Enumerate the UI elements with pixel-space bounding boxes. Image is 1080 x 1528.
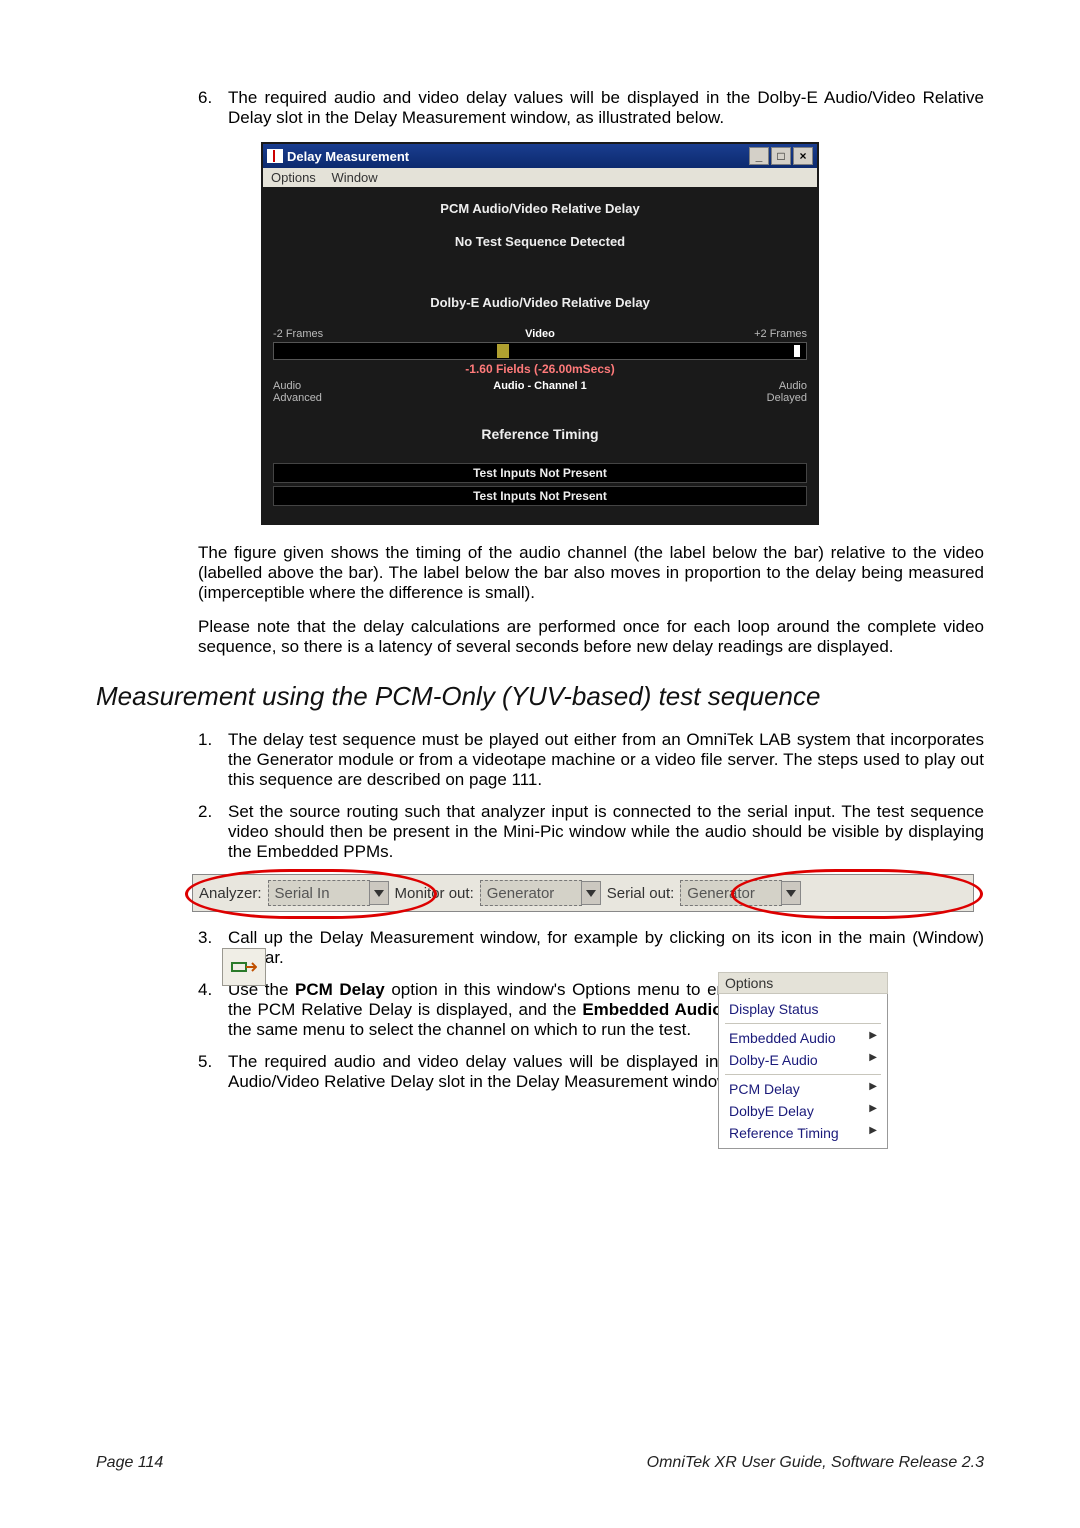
menu-embedded-audio[interactable]: Embedded Audio▶: [719, 1027, 887, 1049]
maximize-button[interactable]: □: [771, 147, 791, 165]
window-body: PCM Audio/Video Relative Delay No Test S…: [263, 187, 817, 523]
serialout-highlight: [731, 869, 983, 919]
frames-row: -2 Frames Video +2 Frames: [273, 328, 807, 340]
pcm-heading: PCM Audio/Video Relative Delay: [273, 201, 807, 216]
seq-step-1: 1. The delay test sequence must be playe…: [198, 730, 984, 790]
delay-bar: [273, 342, 807, 360]
monitorout-dropdown[interactable]: [581, 881, 601, 905]
not-present-2: Test Inputs Not Present: [273, 486, 807, 506]
submenu-arrow-icon: ▶: [869, 1103, 877, 1119]
minimize-button[interactable]: _: [749, 147, 769, 165]
step-number: 2.: [198, 802, 228, 862]
options-menu-header[interactable]: Options: [718, 972, 888, 994]
footer-title: OmniTek XR User Guide, Software Release …: [647, 1454, 984, 1472]
menu-reference-timing[interactable]: Reference Timing▶: [719, 1122, 887, 1144]
window-titlebar[interactable]: Delay Measurement _ □ ×: [263, 144, 817, 168]
step-text: The required audio and video delay value…: [228, 88, 984, 128]
serialout-label: Serial out:: [601, 885, 681, 902]
seq-step-3: 3. Call up the Delay Measurement window,…: [198, 928, 984, 968]
audio-channel: Audio - Channel 1: [343, 380, 737, 404]
analyzer-highlight: [185, 869, 437, 919]
submenu-arrow-icon: ▶: [869, 1081, 877, 1097]
window-title: Delay Measurement: [287, 149, 409, 164]
audio-row: Audio Advanced Audio - Channel 1 Audio D…: [273, 380, 807, 404]
step-number: 4.: [198, 980, 228, 1040]
paragraph-2: Please note that the delay calculations …: [198, 617, 984, 657]
step-text: Use the PCM Delay option in this window'…: [228, 980, 794, 1040]
video-marker: [794, 345, 800, 357]
delay-value: -1.60 Fields (-26.00mSecs): [273, 362, 807, 376]
routing-bar: Analyzer: Serial In Monitor out: Generat…: [192, 874, 974, 912]
step-number: 5.: [198, 1052, 228, 1092]
no-sequence-text: No Test Sequence Detected: [273, 234, 807, 249]
section-heading: Measurement using the PCM-Only (YUV-base…: [96, 681, 984, 712]
audio-marker: [497, 344, 509, 358]
menu-window[interactable]: Window: [331, 170, 377, 185]
audio-advanced: Audio Advanced: [273, 380, 343, 404]
options-menu: Options Display Status Embedded Audio▶ D…: [718, 972, 888, 1149]
close-button[interactable]: ×: [793, 147, 813, 165]
step-number: 6.: [198, 88, 228, 128]
step-text: Set the source routing such that analyze…: [228, 802, 984, 862]
submenu-arrow-icon: ▶: [869, 1030, 877, 1046]
delay-measurement-window: Delay Measurement _ □ × Options Window P…: [261, 142, 819, 525]
window-menubar: Options Window: [263, 168, 817, 187]
reference-timing-heading: Reference Timing: [273, 426, 807, 442]
delay-icon: [231, 957, 257, 977]
dolby-heading: Dolby-E Audio/Video Relative Delay: [273, 295, 807, 310]
paragraph-1: The figure given shows the timing of the…: [198, 543, 984, 603]
audio-delayed: Audio Delayed: [737, 380, 807, 404]
seq-step-2: 2. Set the source routing such that anal…: [198, 802, 984, 862]
submenu-arrow-icon: ▶: [869, 1052, 877, 1068]
footer-page: Page 114: [96, 1454, 163, 1472]
right-frames: +2 Frames: [737, 328, 807, 340]
step-6: 6. The required audio and video delay va…: [198, 88, 984, 128]
page-footer: Page 114 OmniTek XR User Guide, Software…: [96, 1454, 984, 1472]
not-present-1: Test Inputs Not Present: [273, 463, 807, 483]
chevron-down-icon: [586, 890, 596, 897]
submenu-arrow-icon: ▶: [869, 1125, 877, 1141]
menu-dolbye-delay[interactable]: DolbyE Delay▶: [719, 1100, 887, 1122]
left-frames: -2 Frames: [273, 328, 343, 340]
menu-dolby-e-audio[interactable]: Dolby-E Audio▶: [719, 1049, 887, 1071]
step-text: The delay test sequence must be played o…: [228, 730, 984, 790]
menu-display-status[interactable]: Display Status: [719, 998, 887, 1020]
window-icon: [267, 149, 283, 163]
step-number: 1.: [198, 730, 228, 790]
monitorout-select[interactable]: Generator: [480, 880, 582, 906]
step-text: Call up the Delay Measurement window, fo…: [228, 928, 984, 968]
video-label: Video: [343, 328, 737, 340]
menu-options[interactable]: Options: [271, 170, 316, 185]
step-text: The required audio and video delay value…: [228, 1052, 794, 1092]
menu-pcm-delay[interactable]: PCM Delay▶: [719, 1078, 887, 1100]
delay-toolbar-icon[interactable]: [222, 948, 266, 986]
